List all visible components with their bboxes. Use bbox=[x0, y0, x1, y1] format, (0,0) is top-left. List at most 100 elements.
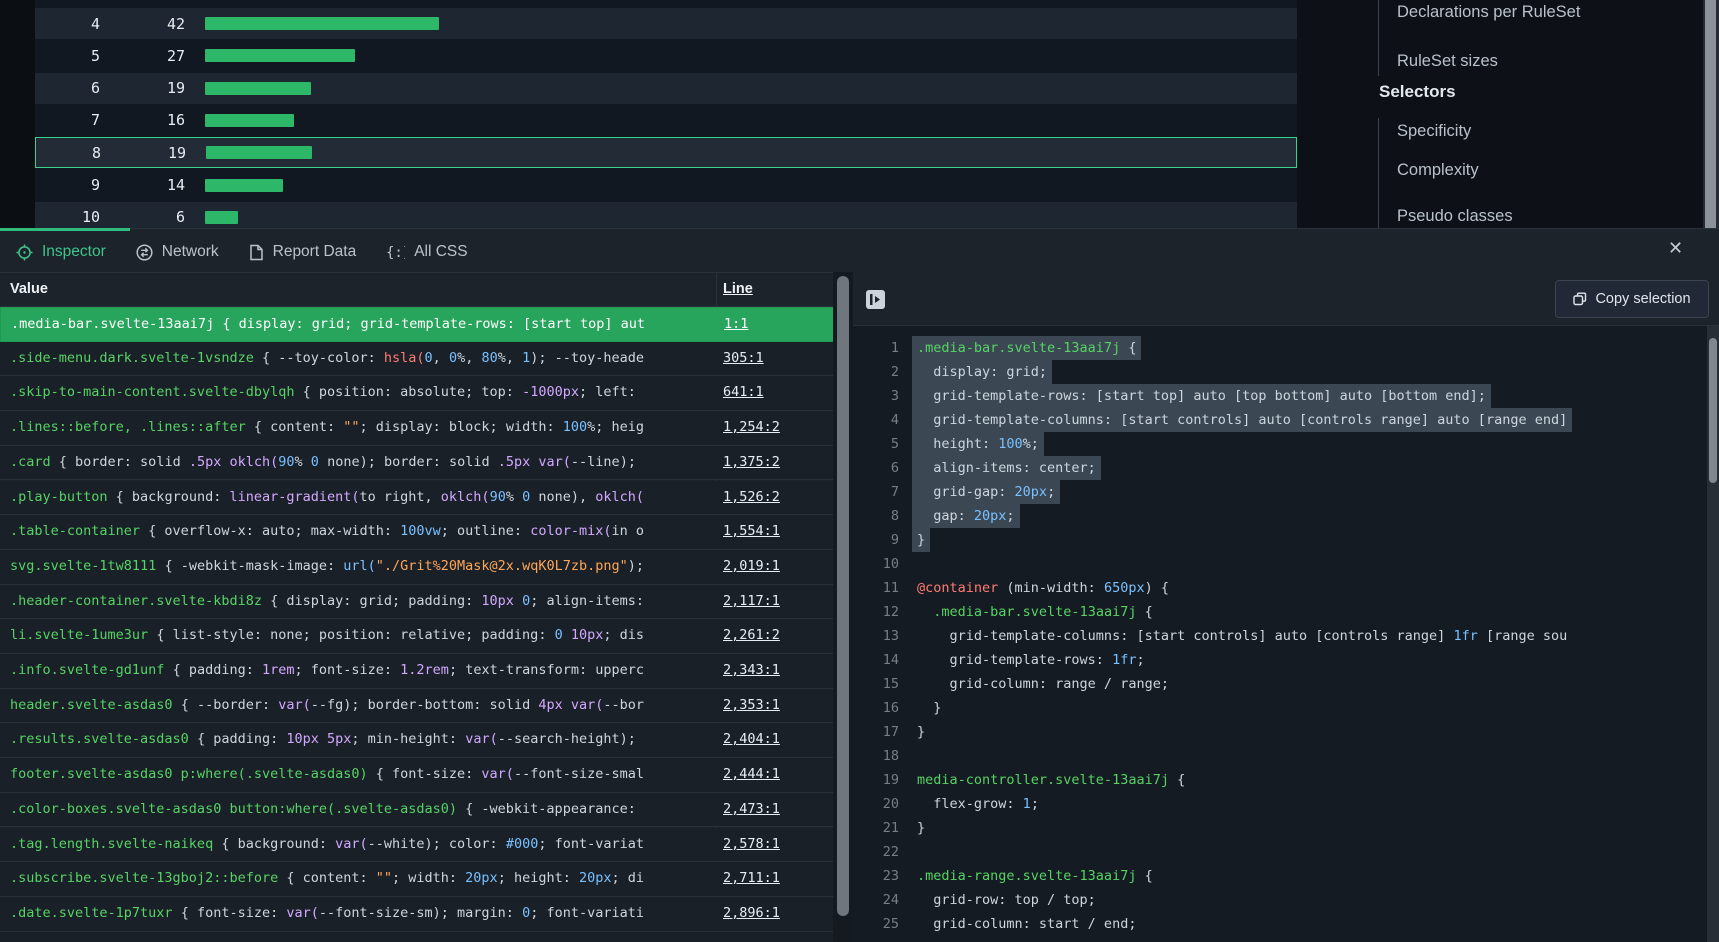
table-row[interactable]: .results.svelte-asdas0 { padding: 10px 5… bbox=[0, 723, 834, 758]
rule-value: header.svelte-asdas0 { --border: var(--f… bbox=[10, 689, 708, 722]
table-row[interactable]: li.svelte-1ume3ur { list-style: none; po… bbox=[0, 619, 834, 654]
table-row[interactable]: svg.svelte-1tw8111 { -webkit-mask-image:… bbox=[0, 550, 834, 585]
close-icon[interactable]: ✕ bbox=[1668, 238, 1683, 259]
table-row[interactable]: .table-container { overflow-x: auto; max… bbox=[0, 515, 834, 550]
chart-row-5[interactable]: 527 bbox=[35, 40, 1297, 71]
tab-all-css[interactable]: {:}All CSS bbox=[386, 243, 467, 261]
chart-row-7[interactable]: 716 bbox=[35, 105, 1297, 136]
table-row[interactable]: .card { border: solid .5px oklch(90% 0 n… bbox=[0, 446, 834, 481]
nav-item-pseudo-classes[interactable]: Pseudo classes bbox=[1397, 207, 1513, 226]
line-link[interactable]: 2,444:1 bbox=[723, 758, 780, 791]
line-link[interactable]: 1,375:2 bbox=[723, 446, 780, 479]
code-token: ; bbox=[1031, 796, 1039, 812]
code-token: 90 bbox=[278, 454, 294, 470]
line-link[interactable]: 305:1 bbox=[723, 342, 764, 375]
rule-value: .card { border: solid .5px oklch(90% 0 n… bbox=[10, 446, 708, 479]
code-viewer[interactable]: 1.media-bar.svelte-13aai7j {2 display: g… bbox=[853, 326, 1719, 942]
table-row[interactable]: .subscribe.svelte-13gboj2::before { cont… bbox=[0, 862, 834, 897]
bucket-label: 10 bbox=[35, 208, 100, 226]
tab-inspector[interactable]: Inspector bbox=[16, 243, 106, 261]
line-link[interactable]: 2,473:1 bbox=[723, 793, 780, 826]
table-row[interactable]: .play-button { background: linear-gradie… bbox=[0, 481, 834, 516]
line-link[interactable]: 2,578:1 bbox=[723, 828, 780, 861]
inspector-panel: InspectorNetworkReport Data{:}All CSS ✕ … bbox=[0, 228, 1719, 942]
code-token bbox=[917, 604, 933, 620]
nav-item-ruleset-sizes[interactable]: RuleSet sizes bbox=[1397, 52, 1498, 71]
table-row[interactable]: footer.svelte-asdas0 p:where(.svelte-asd… bbox=[0, 758, 834, 793]
code-text: } bbox=[917, 696, 941, 720]
code-token: { bbox=[1145, 604, 1153, 620]
code-token: linear-gradient( bbox=[229, 489, 359, 505]
chart-row-4[interactable]: 442 bbox=[35, 8, 1297, 39]
line-link[interactable]: 1,554:1 bbox=[723, 515, 780, 548]
expand-panel-icon[interactable] bbox=[866, 290, 885, 309]
line-link[interactable]: 3,141:1 bbox=[723, 932, 780, 942]
table-row[interactable]: .media-bar.svelte-13aai7j { display: gri… bbox=[0, 307, 834, 342]
table-row[interactable]: .info.svelte-gd1unf { padding: 1rem; fon… bbox=[0, 654, 834, 689]
code-token: 1rem bbox=[262, 662, 295, 678]
line-link[interactable]: 1,526:2 bbox=[723, 481, 780, 514]
nav-item-complexity[interactable]: Complexity bbox=[1397, 161, 1479, 180]
code-token: 1 bbox=[1023, 796, 1031, 812]
copy-selection-button[interactable]: Copy selection bbox=[1555, 280, 1709, 318]
line-link[interactable]: 2,019:1 bbox=[723, 550, 780, 583]
nav-item-specificity[interactable]: Specificity bbox=[1397, 122, 1471, 141]
rule-value: .header-container.svelte-kbdi8z { displa… bbox=[10, 585, 708, 618]
code-token: ); --toy-heade bbox=[530, 350, 644, 366]
chart-row-6[interactable]: 619 bbox=[35, 73, 1297, 104]
bucket-count: 42 bbox=[100, 15, 185, 33]
table-row[interactable]: .header-container.svelte-kbdi8z { displa… bbox=[0, 585, 834, 620]
line-link[interactable]: 2,404:1 bbox=[723, 723, 780, 756]
code-text: grid-column: start / end; bbox=[917, 912, 1136, 936]
code-token: { bbox=[1145, 868, 1153, 884]
line-link[interactable]: 641:1 bbox=[723, 376, 764, 409]
line-link[interactable]: 2,711:1 bbox=[723, 862, 780, 895]
panel-top-border bbox=[0, 228, 1719, 229]
code-token: #000 bbox=[506, 836, 539, 852]
table-scrollbar-thumb[interactable] bbox=[837, 276, 849, 916]
code-token: 90 bbox=[490, 489, 506, 505]
code-scrollbar-thumb[interactable] bbox=[1709, 338, 1717, 483]
code-token: ; align-items: bbox=[530, 593, 644, 609]
code-token: 100 bbox=[998, 436, 1022, 452]
left-gutter bbox=[0, 0, 35, 228]
table-row[interactable]: .color-boxes.svelte-asdas0 button:where(… bbox=[0, 793, 834, 828]
tab-network[interactable]: Network bbox=[136, 243, 219, 261]
code-token: none), bbox=[530, 489, 595, 505]
table-row[interactable]: .skip-to-main-content.svelte-dbylqh { po… bbox=[0, 376, 834, 411]
table-row[interactable]: .lines::before, .lines::after { content:… bbox=[0, 411, 834, 446]
line-link[interactable]: 1,254:2 bbox=[723, 411, 780, 444]
line-column-header[interactable]: Line bbox=[723, 281, 753, 297]
code-token: 100 bbox=[563, 419, 587, 435]
line-link[interactable]: 2,117:1 bbox=[723, 585, 780, 618]
table-row[interactable]: .date.svelte-1p7tuxr { font-size: var(--… bbox=[0, 897, 834, 932]
rule-value: .info.svelte-gd1unf { padding: 1rem; fon… bbox=[10, 654, 708, 687]
line-number: 10 bbox=[853, 552, 899, 576]
code-line: 20 flex-grow: 1; bbox=[853, 792, 1719, 816]
line-link[interactable]: 2,353:1 bbox=[723, 689, 780, 722]
line-link[interactable]: 2,343:1 bbox=[723, 654, 780, 687]
page-scrollbar-thumb[interactable] bbox=[1705, 0, 1716, 228]
table-row[interactable]: header.svelte-asdas0 { --border: var(--f… bbox=[0, 689, 834, 724]
code-token: .side-menu.dark.svelte-1vsndze bbox=[10, 350, 262, 366]
code-token: .lines::before, .lines::after bbox=[10, 419, 254, 435]
svg-text:{:}: {:} bbox=[386, 245, 405, 261]
table-row[interactable]: .sub-button.svelte-1p7tuxr { background:… bbox=[0, 932, 834, 942]
line-link[interactable]: 2,261:2 bbox=[723, 619, 780, 652]
chart-row-8[interactable]: 819 bbox=[35, 137, 1297, 168]
table-row[interactable]: .tag.length.svelte-naikeq { background: … bbox=[0, 828, 834, 863]
code-token: var( bbox=[481, 766, 514, 782]
code-line: 6 align-items: center; bbox=[853, 456, 1719, 480]
chart-row-9[interactable]: 914 bbox=[35, 170, 1297, 201]
code-token: 0 bbox=[425, 350, 433, 366]
bucket-label: 9 bbox=[35, 176, 100, 194]
code-token: .info.svelte-gd1unf bbox=[10, 662, 173, 678]
tab-report-data[interactable]: Report Data bbox=[249, 243, 357, 261]
code-line: 4 grid-template-columns: [start controls… bbox=[853, 408, 1719, 432]
nav-item-declarations-per-ruleset[interactable]: Declarations per RuleSet bbox=[1397, 3, 1580, 22]
line-link[interactable]: 1:1 bbox=[724, 308, 748, 341]
table-row[interactable]: .side-menu.dark.svelte-1vsndze { --toy-c… bbox=[0, 342, 834, 377]
code-text: gap: 20px; bbox=[912, 504, 1020, 528]
line-link[interactable]: 2,896:1 bbox=[723, 897, 780, 930]
line-number: 18 bbox=[853, 744, 899, 768]
